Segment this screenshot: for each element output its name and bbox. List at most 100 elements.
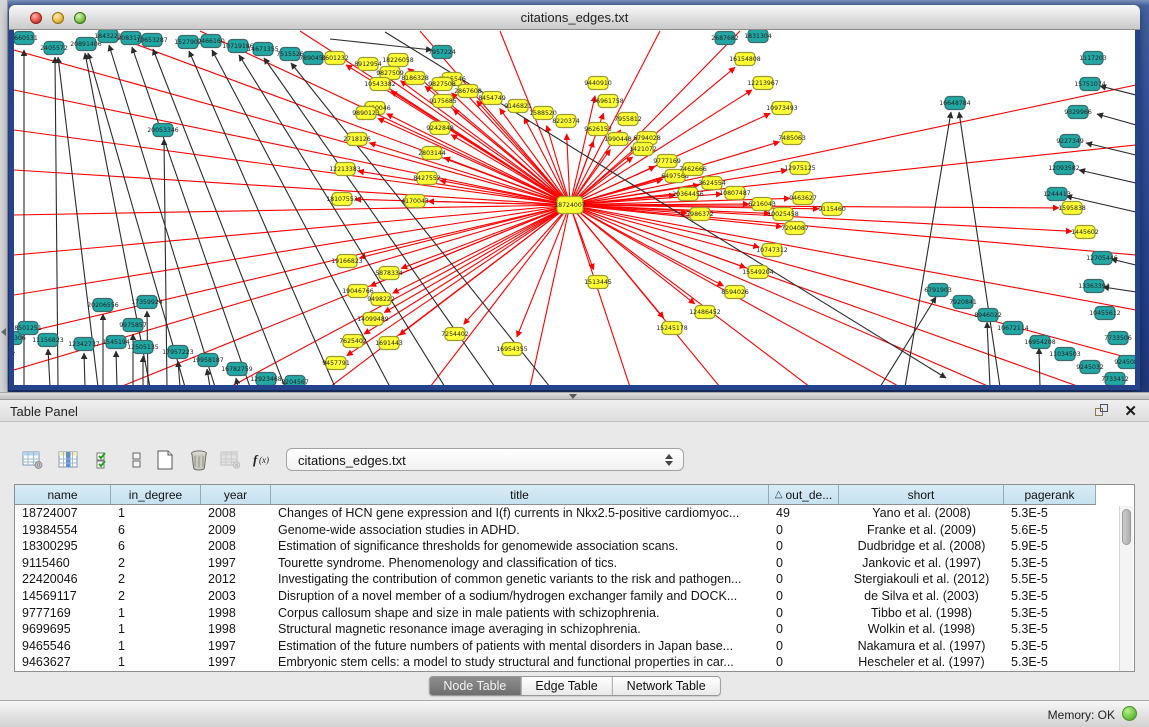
- citation-edge-black[interactable]: [330, 39, 432, 50]
- graph-node-yellow[interactable]: 14099489: [357, 313, 389, 326]
- graph-node-teal[interactable]: 1117203: [1079, 52, 1107, 65]
- citation-edge-black[interactable]: [189, 51, 335, 385]
- cell-title[interactable]: Genome-wide association studies in ADHD.: [271, 522, 769, 539]
- delete-table-icon[interactable]: [186, 446, 212, 474]
- table-row[interactable]: 946554611997Estimation of the future num…: [15, 638, 1096, 655]
- cell-in-degree[interactable]: 1: [111, 605, 201, 622]
- graph-node-yellow[interactable]: 9242848: [426, 122, 454, 135]
- cell-out-de-[interactable]: 0: [769, 621, 839, 638]
- graph-node-teal[interactable]: 2405572: [40, 42, 68, 55]
- column-header-in-degree[interactable]: in_degree: [111, 485, 201, 505]
- graph-node-yellow[interactable]: 1513445: [584, 276, 612, 289]
- cell-out-de-[interactable]: 0: [769, 605, 839, 622]
- cell-year[interactable]: 2003: [201, 588, 271, 605]
- cell-short[interactable]: Stergiakouli et al. (2012): [839, 571, 1004, 588]
- tab-node-table[interactable]: Node Table: [429, 677, 521, 695]
- graph-node-teal[interactable]: 1545194: [102, 336, 130, 349]
- citation-edge-black[interactable]: [84, 353, 85, 385]
- graph-node-yellow[interactable]: 9890123: [352, 107, 380, 120]
- column-chooser-icon[interactable]: [56, 446, 82, 474]
- table-vertical-scrollbar[interactable]: [1119, 506, 1133, 671]
- cell-pagerank[interactable]: 5.3E-5: [1004, 638, 1096, 655]
- citation-edge-black[interactable]: [132, 47, 250, 385]
- cell-short[interactable]: Wolkin et al. (1998): [839, 621, 1004, 638]
- graph-node-yellow[interactable]: 9827508: [428, 78, 456, 91]
- row-height-icon[interactable]: [124, 446, 150, 474]
- citation-edge-red[interactable]: [570, 205, 990, 385]
- citation-edge-red[interactable]: [14, 50, 570, 205]
- cell-name[interactable]: 18724007: [15, 505, 111, 522]
- cell-title[interactable]: Disruption of a novel member of a sodium…: [271, 588, 769, 605]
- cell-in-degree[interactable]: 2: [111, 571, 201, 588]
- graph-node-yellow[interactable]: 7462666: [679, 163, 707, 176]
- cell-short[interactable]: Dudbridge et al. (2008): [839, 538, 1004, 555]
- cell-short[interactable]: Nakamura et al. (1997): [839, 638, 1004, 655]
- graph-node-yellow[interactable]: 9463627: [789, 192, 817, 205]
- graph-node-yellow[interactable]: 7485063: [778, 132, 806, 145]
- column-header-out-de-[interactable]: △out_de...: [769, 485, 839, 505]
- graph-node-yellow[interactable]: 1421072: [629, 143, 657, 156]
- table-row[interactable]: 946362711997Embryonic stem cells: a mode…: [15, 654, 1096, 671]
- citation-edge-red[interactable]: [570, 205, 695, 304]
- tab-edge-table[interactable]: Edge Table: [521, 677, 612, 695]
- cell-name[interactable]: 14569117: [15, 588, 111, 605]
- graph-node-yellow[interactable]: 15245178: [656, 322, 688, 335]
- graph-node-yellow[interactable]: 18226058: [382, 54, 414, 67]
- graph-node-yellow[interactable]: 2803144: [418, 147, 446, 160]
- column-header-short[interactable]: short: [839, 485, 1004, 505]
- selection-mode-icon[interactable]: [92, 446, 118, 474]
- graph-node-teal[interactable]: 11034503: [1049, 348, 1081, 361]
- graph-node-yellow[interactable]: 18724007: [554, 197, 586, 214]
- table-row[interactable]: 1938455462009Genome-wide association stu…: [15, 522, 1096, 539]
- citation-edge-red[interactable]: [14, 205, 570, 215]
- citation-edge-black[interactable]: [207, 369, 210, 385]
- graph-node-yellow[interactable]: 7204087: [781, 222, 809, 235]
- cell-name[interactable]: 9115460: [15, 555, 111, 572]
- table-row[interactable]: 1456911722003Disruption of a novel membe…: [15, 588, 1096, 605]
- cell-year[interactable]: 2008: [201, 505, 271, 522]
- table-row[interactable]: 911546021997Tourette syndrome. Phenomeno…: [15, 555, 1096, 572]
- graph-node-teal[interactable]: 9466160: [197, 35, 225, 48]
- cell-in-degree[interactable]: 1: [111, 654, 201, 671]
- graph-node-yellow[interactable]: 16154808: [729, 53, 761, 66]
- cell-out-de-[interactable]: 0: [769, 588, 839, 605]
- cell-short[interactable]: Hescheler et al. (1997): [839, 654, 1004, 671]
- graph-node-teal[interactable]: 12093582: [1048, 162, 1080, 175]
- graph-node-teal[interactable]: 7920841: [949, 296, 977, 309]
- graph-node-yellow[interactable]: 9626153: [584, 123, 612, 136]
- cell-pagerank[interactable]: 5.9E-5: [1004, 538, 1096, 555]
- citation-edge-red[interactable]: [360, 205, 570, 258]
- graph-node-yellow[interactable]: 1691443: [375, 337, 403, 350]
- divider-grip-icon[interactable]: [569, 394, 577, 399]
- graph-node-teal[interactable]: 15751074: [1074, 78, 1106, 91]
- graph-node-yellow[interactable]: 12486452: [689, 306, 721, 319]
- cell-short[interactable]: de Silva et al. (2003): [839, 588, 1004, 605]
- citation-edge-black[interactable]: [109, 45, 215, 385]
- cell-out-de-[interactable]: 0: [769, 522, 839, 539]
- cell-title[interactable]: Embryonic stem cells: a model to study s…: [271, 654, 769, 671]
- graph-node-yellow[interactable]: 10025458: [767, 208, 799, 221]
- cell-pagerank[interactable]: 5.3E-5: [1004, 654, 1096, 671]
- graph-node-teal[interactable]: 12342737: [68, 338, 100, 351]
- cell-out-de-[interactable]: 0: [769, 538, 839, 555]
- column-header-title[interactable]: title: [271, 485, 769, 505]
- graph-node-yellow[interactable]: 5878334: [375, 267, 403, 280]
- graph-node-yellow[interactable]: 20364456: [672, 188, 704, 201]
- column-header-name[interactable]: name: [15, 485, 111, 505]
- citation-edge-black[interactable]: [164, 139, 167, 385]
- cell-in-degree[interactable]: 6: [111, 538, 201, 555]
- graph-node-yellow[interactable]: 16961758: [592, 95, 624, 108]
- column-header-pagerank[interactable]: pagerank: [1004, 485, 1096, 505]
- citation-edge-black[interactable]: [1097, 114, 1135, 125]
- graph-node-teal[interactable]: 7733506: [1104, 332, 1132, 345]
- table-selector-combobox[interactable]: citations_edges.txt: [286, 448, 684, 471]
- cell-short[interactable]: Franke et al. (2009): [839, 522, 1004, 539]
- citation-edge-red[interactable]: [369, 143, 570, 205]
- graph-node-yellow[interactable]: 8912954: [354, 58, 382, 71]
- graph-node-teal[interactable]: 9227349: [1056, 135, 1084, 148]
- cell-out-de-[interactable]: 49: [769, 505, 839, 522]
- control-panel-collapsed-strip[interactable]: [0, 0, 8, 392]
- graph-node-yellow[interactable]: 12975125: [784, 162, 816, 175]
- cell-name[interactable]: 22420046: [15, 571, 111, 588]
- cell-year[interactable]: 2008: [201, 538, 271, 555]
